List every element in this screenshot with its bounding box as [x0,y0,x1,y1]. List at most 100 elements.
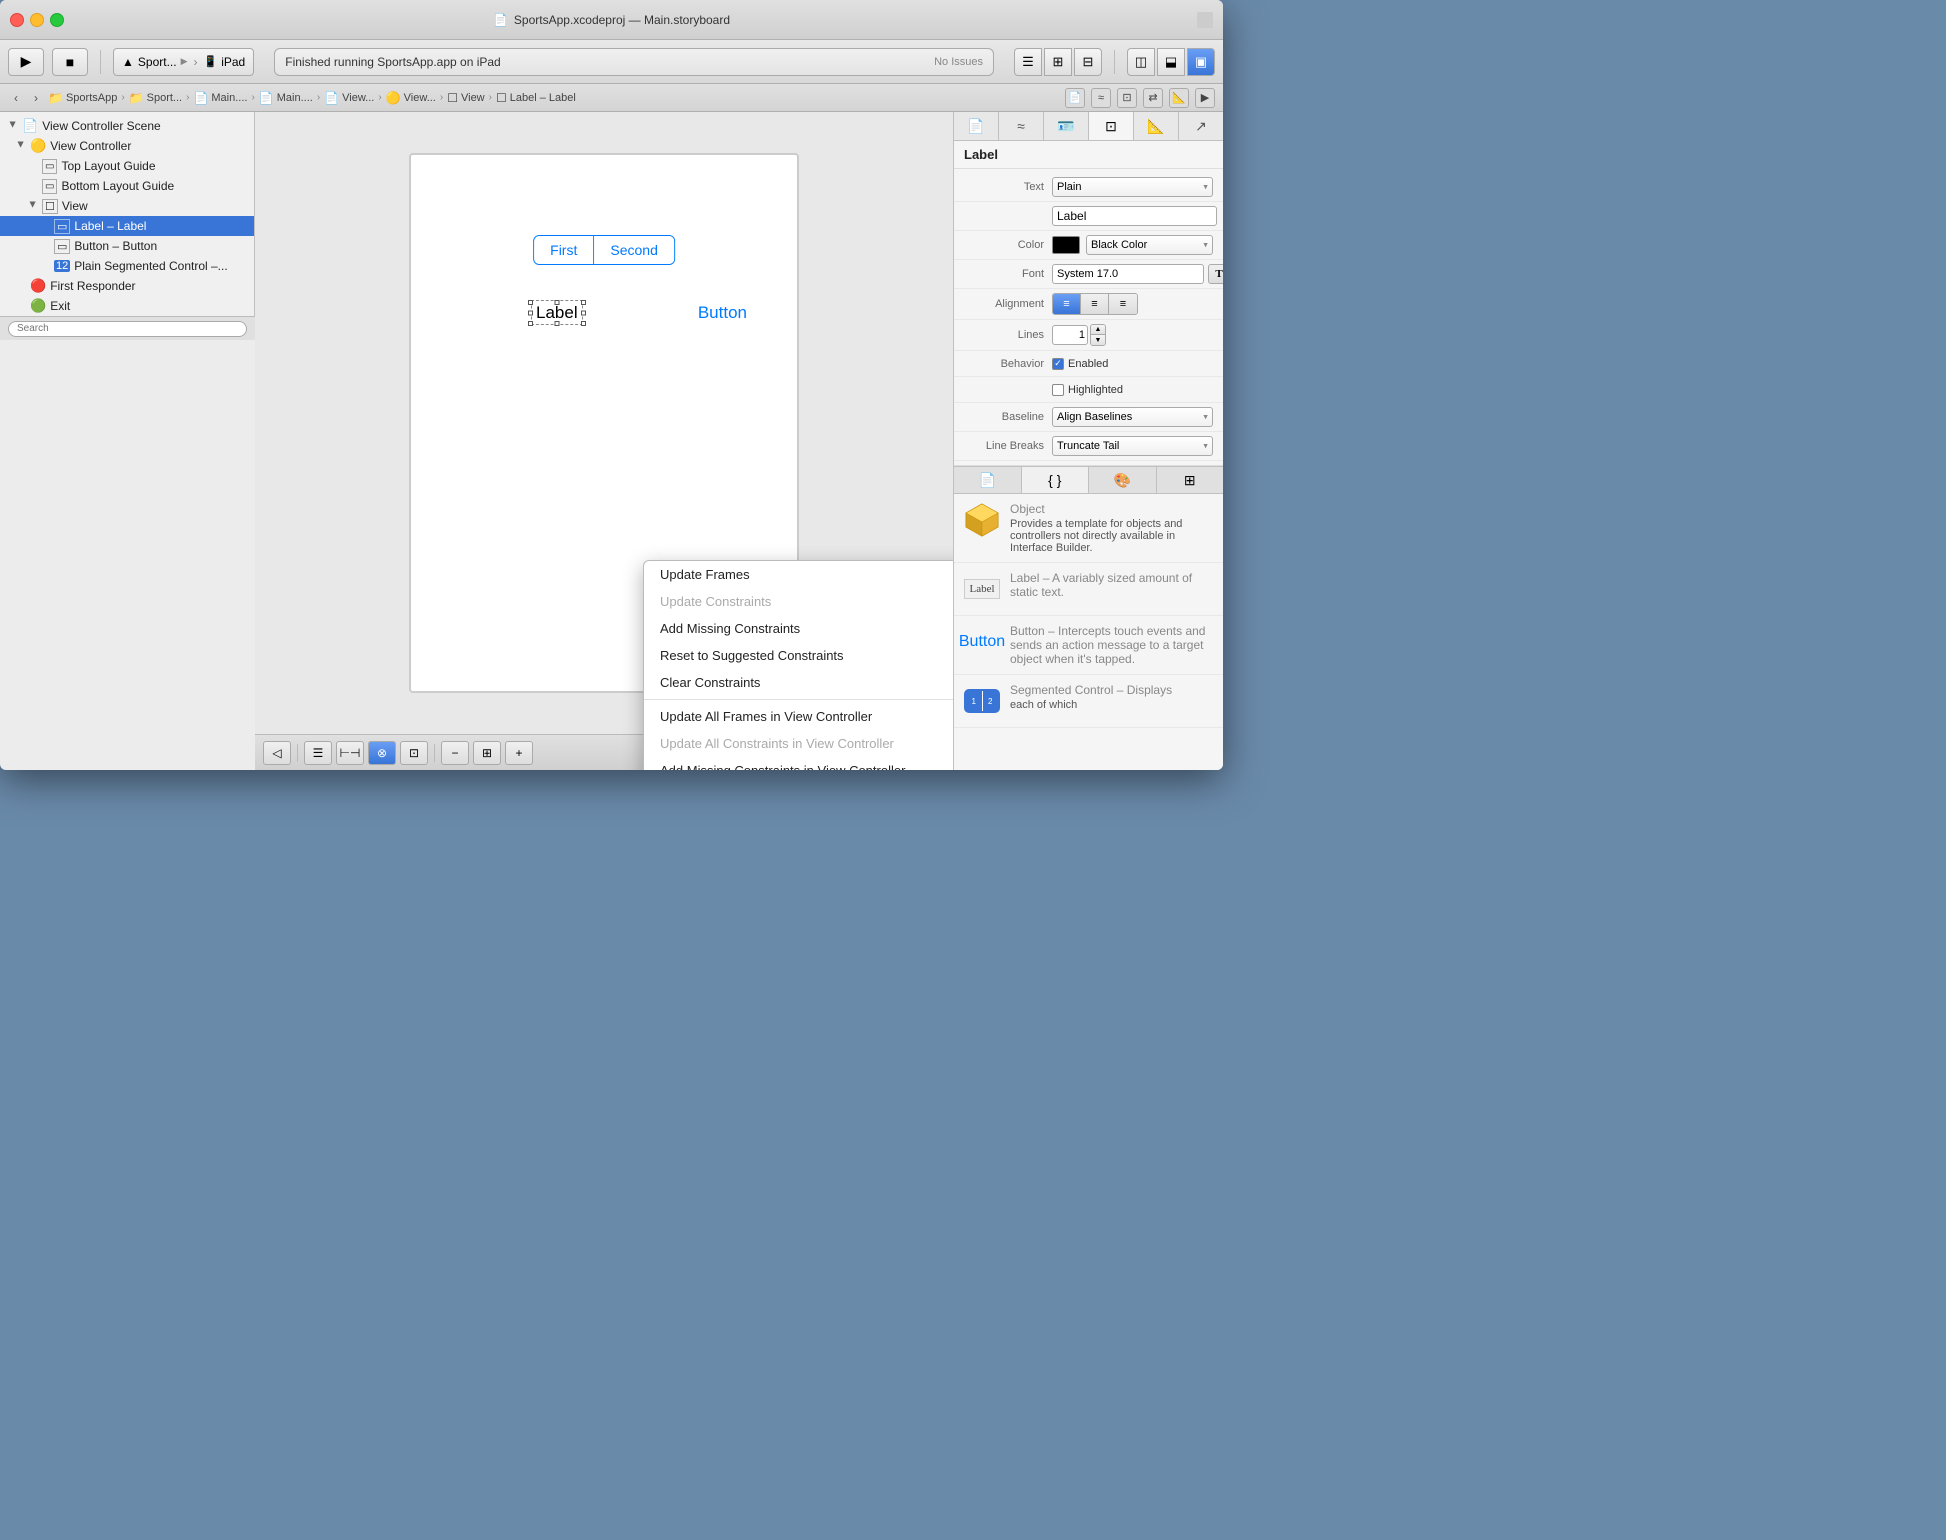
view-icon: ☐ [447,91,458,105]
align-right-btn[interactable]: ≡ [1109,294,1137,314]
enabled-checkbox[interactable]: ✓ [1052,358,1064,370]
canvas-back-btn[interactable]: ◁ [263,741,291,765]
tab-file-inspector[interactable]: 📄 [954,112,999,140]
obj-lib-tab-snippets[interactable]: ⊞ [1157,467,1224,493]
stop-button[interactable]: ■ [52,48,88,76]
tree-item-view-controller[interactable]: ▶ 🟡 View Controller [0,136,254,156]
maximize-button[interactable] [50,13,64,27]
ctx-reset-suggested[interactable]: Reset to Suggested Constraints ⌥⇧⌘= [644,642,953,669]
inspector-panel-btn[interactable]: ▣ [1187,48,1215,76]
baseline-select[interactable]: Align Baselines ▼ [1052,407,1213,427]
debug-panel-btn[interactable]: ⬓ [1157,48,1185,76]
file-tree-panel: ▶ 📄 View Controller Scene ▶ 🟡 View Contr… [0,112,255,770]
nav-forward-btn[interactable]: › [28,90,44,106]
ctx-update-all-frames[interactable]: Update All Frames in View Controller [644,703,953,730]
tab-connections-inspector[interactable]: ↗ [1179,112,1223,140]
canvas-label-selected[interactable]: Label [531,303,583,323]
handle-tm[interactable] [554,300,559,305]
close-button[interactable] [10,13,24,27]
lines-decrement[interactable]: ▼ [1091,335,1105,345]
play-button[interactable]: ▶ [8,48,44,76]
canvas-list-btn[interactable]: ☰ [304,741,332,765]
tree-item-segmented[interactable]: 12 Plain Segmented Control –... [0,256,254,276]
tree-item-top-layout[interactable]: ▭ Top Layout Guide [0,156,254,176]
quick-help-icon[interactable]: ≈ [1091,88,1111,108]
breadcrumb-view1[interactable]: 📄 View... [324,91,374,105]
object-library-icon[interactable]: ▶ [1195,88,1215,108]
canvas-pin-btn[interactable]: ⊗ [368,741,396,765]
color-select[interactable]: Black Color ▼ [1086,235,1213,255]
align-center-btn[interactable]: ≡ [1081,294,1109,314]
text-type-select[interactable]: Plain ▼ [1052,177,1213,197]
tree-item-label[interactable]: ▭ Label – Label [0,216,254,236]
tab-size-inspector[interactable]: 📐 [1134,112,1179,140]
canvas-label-wrapper[interactable]: Label [531,303,583,323]
breadcrumb-main1[interactable]: 📄 Main.... [193,91,247,105]
obj-lib-tab-file[interactable]: 📄 [954,467,1022,493]
tree-item-first-responder[interactable]: 🔴 First Responder [0,276,254,296]
ctx-add-missing-vc[interactable]: Add Missing Constraints in View Controll… [644,757,953,770]
minimize-button[interactable] [30,13,44,27]
canvas-zoom-in-btn[interactable]: + [505,741,533,765]
lines-input[interactable] [1052,325,1088,345]
handle-tr[interactable] [581,300,586,305]
breadcrumb-view2[interactable]: 🟡 View... [386,91,436,105]
vc-icon: 🟡 [30,138,46,154]
obj-lib-tab-media[interactable]: 🎨 [1089,467,1157,493]
breadcrumb-sportsapp[interactable]: 📁 SportsApp [48,91,117,105]
version-editor-btn[interactable]: ⊟ [1074,48,1102,76]
handle-tl[interactable] [528,300,533,305]
connections-icon[interactable]: ⇄ [1143,88,1163,108]
tree-item-exit[interactable]: 🟢 Exit [0,296,254,316]
canvas-fit-btn[interactable]: ⊞ [473,741,501,765]
canvas-spacing-btn[interactable]: ⊢⊣ [336,741,364,765]
main1-icon: 📄 [193,91,208,105]
assistant-editor-btn[interactable]: ⊞ [1044,48,1072,76]
standard-editor-btn[interactable]: ☰ [1014,48,1042,76]
linebreaks-select[interactable]: Truncate Tail ▼ [1052,436,1213,456]
breadcrumb-view[interactable]: ☐ View [447,91,484,105]
breadcrumb-main2[interactable]: 📄 Main.... [259,91,313,105]
fullscreen-button[interactable] [1197,12,1213,28]
nav-panel-btn[interactable]: ◫ [1127,48,1155,76]
rulers-icon[interactable]: 📐 [1169,88,1189,108]
canvas-align-btn[interactable]: ⊡ [400,741,428,765]
handle-lm[interactable] [528,311,533,316]
handle-bl[interactable] [528,321,533,326]
seg-first-btn[interactable]: First [534,236,594,264]
canvas-button[interactable]: Button [698,303,747,323]
text-value-input[interactable] [1052,206,1217,226]
tree-search-input[interactable] [8,321,247,337]
lines-increment[interactable]: ▲ [1091,325,1105,335]
handle-rm[interactable] [581,311,586,316]
tree-item-button[interactable]: ▭ Button – Button [0,236,254,256]
font-picker-btn[interactable]: T [1208,264,1223,284]
canvas-segmented-control[interactable]: First Second [533,235,675,265]
breadcrumb-sport[interactable]: 📁 Sport... [129,91,182,105]
tab-quick-help[interactable]: ≈ [999,112,1044,140]
file-inspector-icon[interactable]: 📄 [1065,88,1085,108]
ctx-clear-constraints[interactable]: Clear Constraints [644,669,953,696]
canvas-zoom-out-btn[interactable]: − [441,741,469,765]
obj-lib-tab-objects[interactable]: { } [1022,467,1090,493]
ctx-update-frames[interactable]: Update Frames ⌥⌘= [644,561,953,588]
tab-identity-inspector[interactable]: 🪪 [1044,112,1089,140]
nav-back-btn[interactable]: ‹ [8,90,24,106]
tab-attributes-inspector[interactable]: ⊡ [1089,112,1134,140]
color-well[interactable] [1052,236,1080,254]
tree-item-bottom-layout[interactable]: ▭ Bottom Layout Guide [0,176,254,196]
scheme-selector[interactable]: ▲ Sport... ▶ › 📱 iPad [113,48,254,76]
seg-second-btn[interactable]: Second [594,236,673,264]
ctx-add-missing[interactable]: Add Missing Constraints [644,615,953,642]
highlighted-checkbox[interactable] [1052,384,1064,396]
breadcrumb-label[interactable]: ☐ Label – Label [496,91,576,105]
font-input[interactable] [1052,264,1204,284]
tree-item-view[interactable]: ▶ ☐ View [0,196,254,216]
tree-item-view-controller-scene[interactable]: ▶ 📄 View Controller Scene [0,116,254,136]
handle-br[interactable] [581,321,586,326]
history-icon[interactable]: ⊡ [1117,88,1137,108]
inspector-tabs: 📄 ≈ 🪪 ⊡ 📐 ↗ [954,112,1223,141]
obj-item-button: Button Button – Intercepts touch events … [954,616,1223,675]
align-left-btn[interactable]: ≡ [1053,294,1081,314]
handle-bm[interactable] [554,321,559,326]
